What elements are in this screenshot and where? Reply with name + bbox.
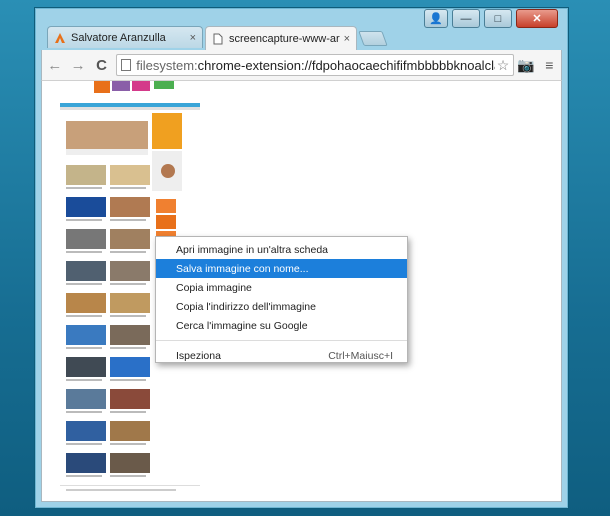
page-icon <box>212 33 224 45</box>
camera-icon[interactable]: 📷 <box>514 54 537 76</box>
forward-button[interactable]: → <box>67 54 88 76</box>
menu-item-open-image-new-tab[interactable]: Apri immagine in un'altra scheda <box>156 240 407 259</box>
menu-item-copy-image[interactable]: Copia immagine <box>156 278 407 297</box>
menu-item-copy-image-address[interactable]: Copia l'indirizzo dell'immagine <box>156 297 407 316</box>
tab-title: Salvatore Aranzulla <box>71 31 166 44</box>
tab-close-icon[interactable]: × <box>190 32 196 44</box>
back-button[interactable]: ← <box>44 54 65 76</box>
tab-screencapture[interactable]: screencapture-www-aranz × <box>205 26 357 50</box>
aranzulla-logo-icon <box>54 32 66 44</box>
tab-strip: Salvatore Aranzulla × screencapture-www-… <box>41 26 561 50</box>
toolbar: ← → C filesystem:chrome-extension://fdpo… <box>41 50 562 80</box>
context-menu: Apri immagine in un'altra scheda Salva i… <box>155 236 408 363</box>
url-text: filesystem:chrome-extension://fdpohaocae… <box>136 57 495 73</box>
menu-icon[interactable]: ≡ <box>538 54 561 76</box>
tab-close-icon[interactable]: × <box>344 33 350 45</box>
new-tab-button[interactable] <box>358 31 388 46</box>
star-icon[interactable]: ☆ <box>497 57 510 74</box>
inspect-shortcut: Ctrl+Maiusc+I <box>328 349 393 362</box>
address-bar[interactable]: filesystem:chrome-extension://fdpohaocae… <box>116 54 515 76</box>
reload-button[interactable]: C <box>91 54 112 76</box>
menu-item-search-image-google[interactable]: Cerca l'immagine su Google <box>156 316 407 335</box>
menu-separator <box>156 340 407 341</box>
page-icon <box>121 59 132 71</box>
tab-title: screencapture-www-aranz <box>229 32 340 45</box>
inspect-label: Ispeziona <box>176 349 221 362</box>
tab-aranzulla[interactable]: Salvatore Aranzulla × <box>47 26 203 48</box>
menu-item-inspect[interactable]: Ispeziona Ctrl+Maiusc+I <box>156 346 407 365</box>
menu-item-save-image-as[interactable]: Salva immagine con nome... <box>156 259 407 278</box>
